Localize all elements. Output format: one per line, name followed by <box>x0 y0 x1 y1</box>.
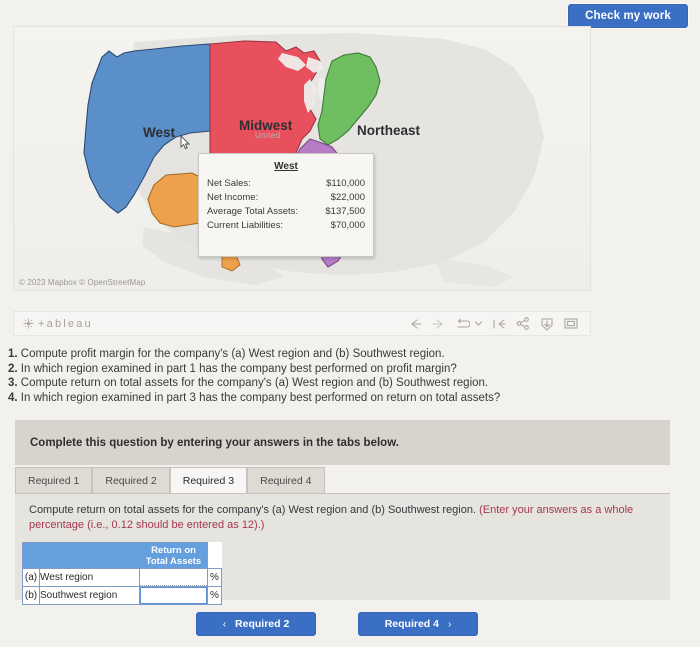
tableau-toolbar: +ableau <box>13 311 591 336</box>
tableau-logo: +ableau <box>22 317 93 330</box>
requirement-instruction: Compute return on total assets for the c… <box>29 503 656 533</box>
question-text: Compute profit margin for the company's … <box>17 348 445 360</box>
tooltip-row: Current Liabilities: $70,000 <box>207 219 365 233</box>
question-number: 4. <box>8 391 18 404</box>
tableau-wordmark: +ableau <box>38 317 93 330</box>
answer-cell-southwest[interactable] <box>139 586 208 605</box>
bottom-navigation: ‹ Required 2 Required 4 › <box>196 612 478 636</box>
tab-required-2[interactable]: Required 2 <box>92 467 170 494</box>
table-header-row: Return on Total Assets <box>22 542 222 569</box>
question-text: In which region examined in part 3 has t… <box>17 391 501 404</box>
tab-label: Required 2 <box>105 475 157 487</box>
download-icon[interactable] <box>539 316 554 331</box>
tab-label: Required 4 <box>260 475 312 487</box>
prev-requirement-button[interactable]: ‹ Required 2 <box>196 612 316 636</box>
question-item: 2. In which region examined in part 1 ha… <box>8 362 648 377</box>
question-list: 1. Compute profit margin for the company… <box>8 347 648 405</box>
percent-symbol-west: % <box>207 568 222 587</box>
requirement-panel: Compute return on total assets for the c… <box>15 493 670 605</box>
share-icon[interactable] <box>515 316 530 331</box>
row-region-west: West region <box>39 568 140 587</box>
question-item: 1. Compute profit margin for the company… <box>8 347 648 362</box>
question-number: 1. <box>8 348 18 360</box>
reset-icon[interactable] <box>491 316 506 331</box>
map-tooltip: West Net Sales: $110,000 Net Income: $22… <box>198 153 374 257</box>
tableau-viz-panel[interactable]: West Midwest Northeast ast United Mexico… <box>13 26 591 291</box>
map-attribution: © 2023 Mapbox © OpenStreetMap <box>19 278 146 287</box>
answer-cell-west[interactable] <box>139 568 208 587</box>
next-requirement-button[interactable]: Required 4 › <box>358 612 478 636</box>
tooltip-value: $22,000 <box>330 192 365 203</box>
tab-label: Required 1 <box>28 475 80 487</box>
tooltip-value: $137,500 <box>325 206 365 217</box>
percent-symbol-southwest: % <box>207 586 222 605</box>
back-icon[interactable] <box>407 316 422 331</box>
answer-input-southwest[interactable] <box>140 587 207 604</box>
tab-label: Required 3 <box>182 475 235 487</box>
forward-icon[interactable] <box>431 316 446 331</box>
header-blank-region <box>39 542 140 569</box>
tooltip-value: $70,000 <box>330 220 365 231</box>
tooltip-key: Net Sales: <box>207 178 251 189</box>
answer-table: Return on Total Assets (a) West region %… <box>22 542 222 605</box>
tooltip-title: West <box>274 161 298 172</box>
map-canvas[interactable]: West Midwest Northeast ast United Mexico… <box>14 27 590 290</box>
question-text: In which region examined in part 1 has t… <box>17 362 457 375</box>
toolbar-actions <box>407 316 578 331</box>
tooltip-row: Net Income: $22,000 <box>207 191 365 205</box>
requirement-tabs: Required 1 Required 2 Required 3 Require… <box>15 466 325 494</box>
revert-caret-icon[interactable] <box>474 318 482 330</box>
answer-input-west[interactable] <box>140 569 207 586</box>
question-number: 2. <box>8 362 18 375</box>
question-number: 3. <box>8 377 18 389</box>
header-blank-label <box>22 542 40 569</box>
tooltip-row: Average Total Assets: $137,500 <box>207 205 365 219</box>
complete-question-banner: Complete this question by entering your … <box>15 420 670 465</box>
tooltip-key: Net Income: <box>207 192 259 203</box>
tab-required-1[interactable]: Required 1 <box>15 467 93 494</box>
row-region-southwest: Southwest region <box>39 586 140 605</box>
question-text: Compute return on total assets for the c… <box>17 377 489 389</box>
question-item: 3. Compute return on total assets for th… <box>8 376 648 391</box>
tab-required-4[interactable]: Required 4 <box>247 467 325 494</box>
tooltip-value: $110,000 <box>326 178 365 189</box>
tooltip-row: Net Sales: $110,000 <box>207 177 365 191</box>
header-return-on-total-assets: Return on Total Assets <box>139 542 208 569</box>
tooltip-key: Average Total Assets: <box>207 206 299 217</box>
tooltip-key: Current Liabilities: <box>207 220 284 231</box>
chevron-left-icon: ‹ <box>222 618 227 630</box>
question-item: 4. In which region examined in part 3 ha… <box>8 391 648 406</box>
prev-requirement-label: Required 2 <box>235 618 290 630</box>
fullscreen-icon[interactable] <box>563 316 578 331</box>
tableau-mark-icon <box>23 318 34 329</box>
chevron-right-icon: › <box>447 618 452 630</box>
requirement-instruction-main: Compute return on total assets for the c… <box>29 504 480 516</box>
row-label-a: (a) <box>22 568 40 587</box>
table-row: (b) Southwest region % <box>22 586 222 605</box>
check-my-work-button[interactable]: Check my work <box>568 4 688 28</box>
revert-icon[interactable] <box>455 316 470 331</box>
check-my-work-label: Check my work <box>585 10 671 22</box>
header-blank-percent <box>207 542 222 569</box>
next-requirement-label: Required 4 <box>384 618 439 630</box>
tab-required-3[interactable]: Required 3 <box>169 467 248 494</box>
row-label-b: (b) <box>22 586 40 605</box>
complete-question-text: Complete this question by entering your … <box>30 436 399 449</box>
table-row: (a) West region % <box>22 568 222 587</box>
